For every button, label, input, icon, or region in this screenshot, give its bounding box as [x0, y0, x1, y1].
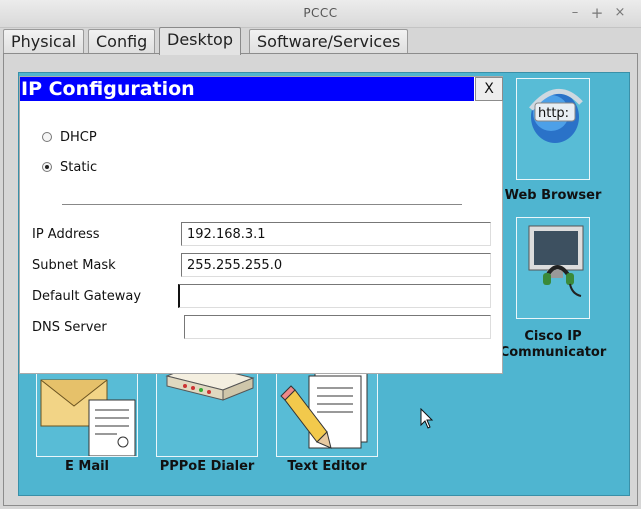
web-browser-icon: http:	[529, 88, 583, 143]
minimize-button[interactable]: –	[566, 4, 584, 22]
dhcp-label: DHCP	[60, 130, 97, 145]
tab-physical[interactable]: Physical	[3, 29, 85, 54]
subnet-mask-input[interactable]: 255.255.255.0	[181, 253, 491, 277]
window-title: PCCC	[303, 6, 338, 20]
window-titlebar: PCCC – + ×	[0, 0, 641, 28]
tab-desktop[interactable]: Desktop	[159, 27, 241, 55]
default-gateway-input[interactable]	[178, 284, 491, 308]
default-gateway-label: Default Gateway	[32, 289, 142, 304]
headset-monitor-icon	[528, 225, 584, 297]
dns-server-input[interactable]	[184, 315, 491, 339]
ip-address-input[interactable]: 192.168.3.1	[181, 222, 491, 246]
cisco-ip-label-line2: Communicator	[499, 345, 607, 360]
web-browser-tile[interactable]: http:	[516, 78, 590, 180]
dialog-close-button[interactable]: X	[475, 77, 503, 101]
web-browser-label: Web Browser	[504, 188, 602, 203]
subnet-mask-label: Subnet Mask	[32, 258, 116, 273]
static-label: Static	[60, 160, 98, 175]
ip-address-label: IP Address	[32, 227, 100, 242]
dhcp-option[interactable]: DHCP	[42, 130, 97, 145]
maximize-button[interactable]: +	[588, 4, 606, 22]
tab-bar: Physical Config Desktop Software/Service…	[3, 27, 639, 55]
http-icon-text: http:	[538, 106, 569, 121]
tab-config[interactable]: Config	[88, 29, 156, 54]
dhcp-radio[interactable]	[42, 132, 52, 142]
mouse-cursor-icon	[420, 408, 434, 429]
cisco-ip-label-line1: Cisco IP	[524, 329, 582, 344]
tab-software-services[interactable]: Software/Services	[249, 29, 409, 54]
dialog-title: IP Configuration	[20, 77, 474, 101]
close-window-button[interactable]: ×	[611, 4, 629, 22]
text-editor-label: Text Editor	[287, 459, 367, 474]
cisco-ip-communicator-tile[interactable]	[516, 217, 590, 319]
dns-server-label: DNS Server	[32, 320, 107, 335]
separator	[62, 204, 462, 205]
static-radio[interactable]	[42, 162, 52, 172]
static-option[interactable]: Static	[42, 160, 97, 175]
ip-configuration-dialog: IP Configuration X DHCP Static IP Addres…	[19, 76, 503, 374]
